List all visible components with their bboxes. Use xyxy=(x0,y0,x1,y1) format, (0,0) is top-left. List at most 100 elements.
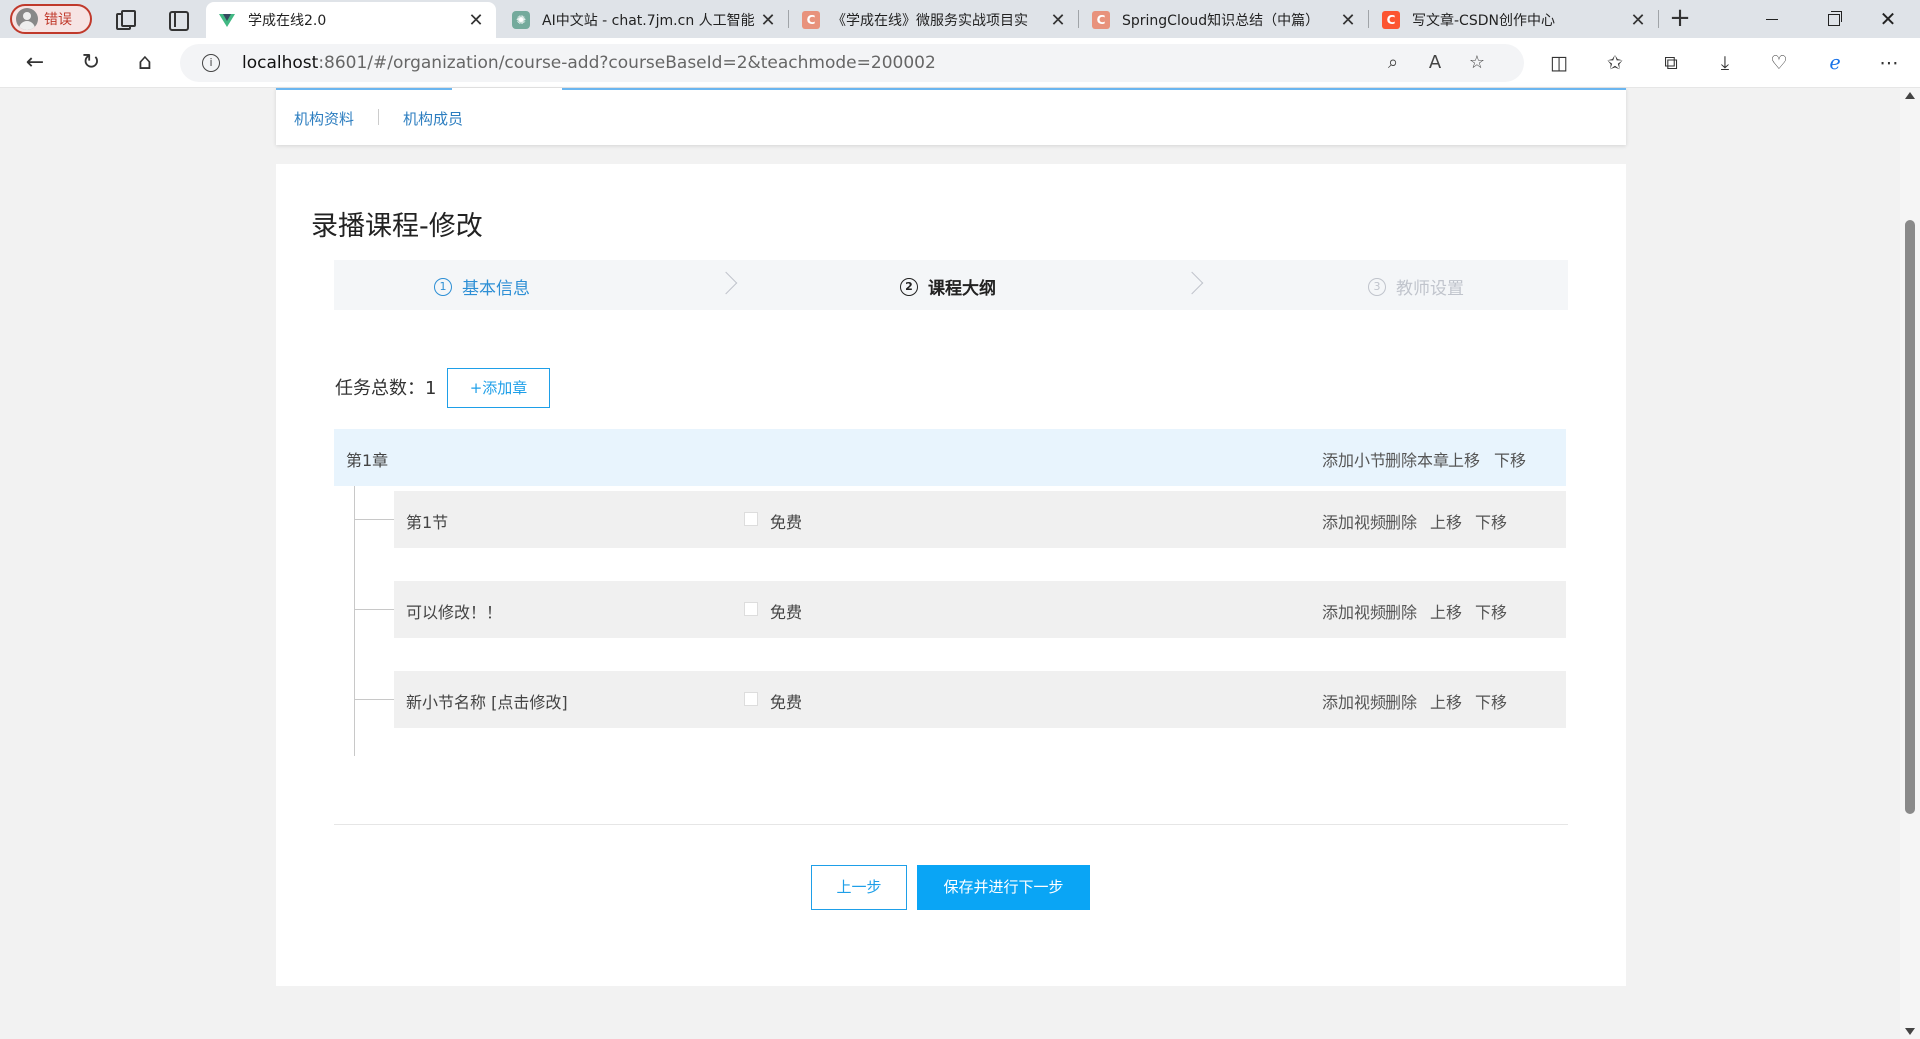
page-scrollbar[interactable] xyxy=(1900,88,1920,1039)
workspaces-icon[interactable] xyxy=(113,8,136,30)
section-move-up-button[interactable]: 上移 xyxy=(1430,599,1462,623)
section-name[interactable]: 第1节 xyxy=(406,509,448,533)
more-menu-icon[interactable]: ⋯ xyxy=(1876,50,1902,76)
add-video-button[interactable]: 添加视频 xyxy=(1322,689,1386,713)
section-name[interactable]: 可以修改！！ xyxy=(406,599,502,623)
step-teacher-settings[interactable]: 3 教师设置 xyxy=(1368,274,1464,299)
split-screen-icon[interactable]: ◫ xyxy=(1546,50,1572,76)
minimize-icon[interactable] xyxy=(1752,6,1792,32)
step-label: 课程大纲 xyxy=(928,279,996,299)
delete-section-button[interactable]: 删除 xyxy=(1385,599,1417,623)
add-section-button[interactable]: 添加小节 xyxy=(1322,447,1386,471)
delete-section-button[interactable]: 删除 xyxy=(1385,509,1417,533)
zoom-icon[interactable]: ⌕ xyxy=(1382,52,1404,74)
free-checkbox[interactable] xyxy=(744,602,758,616)
step-label: 基本信息 xyxy=(462,279,530,299)
chapter-move-up-button[interactable]: 上移 xyxy=(1448,447,1480,471)
step-number: 2 xyxy=(900,277,918,296)
tab-springcloud[interactable]: C SpringCloud知识总结（中篇） ✕ xyxy=(1080,2,1368,38)
home-icon[interactable]: ⌂ xyxy=(130,48,160,78)
chapter-name[interactable]: 第1章 xyxy=(346,447,388,471)
tab-csdn-write[interactable]: C 写文章-CSDN创作中心 ✕ xyxy=(1370,2,1658,38)
chevron-right-icon xyxy=(714,271,738,295)
tab-separator xyxy=(1658,10,1659,28)
delete-section-button[interactable]: 删除 xyxy=(1385,689,1417,713)
site-info-icon[interactable]: i xyxy=(202,54,220,72)
add-video-button[interactable]: 添加视频 xyxy=(1322,509,1386,533)
profile-label: 错误 xyxy=(44,12,72,28)
favorites-icon[interactable]: ✩ xyxy=(1602,50,1628,76)
section-move-up-button[interactable]: 上移 xyxy=(1430,509,1462,533)
step-number: 3 xyxy=(1368,277,1386,296)
scrollbar-thumb[interactable] xyxy=(1905,220,1915,814)
address-bar[interactable]: i localhost:8601/#/organization/course-a… xyxy=(180,44,1524,82)
chatgpt-icon: ✺ xyxy=(512,11,530,29)
free-checkbox[interactable] xyxy=(744,512,758,526)
task-total-count: 1 xyxy=(425,378,437,399)
window-close-icon[interactable]: ✕ xyxy=(1868,6,1908,32)
csdn-icon: C xyxy=(802,11,820,29)
tab-title: 写文章-CSDN创作中心 xyxy=(1412,13,1555,29)
tab-actions-icon[interactable] xyxy=(167,8,189,31)
address-path: :8601/#/organization/course-add?courseBa… xyxy=(318,53,936,73)
step-course-outline[interactable]: 2 课程大纲 xyxy=(900,274,996,299)
close-icon[interactable]: ✕ xyxy=(1626,10,1650,31)
subnav-accent xyxy=(562,88,1626,90)
tree-connector xyxy=(354,699,396,700)
back-icon[interactable]: ← xyxy=(20,48,50,78)
save-next-button[interactable]: 保存并进行下一步 xyxy=(917,865,1090,910)
delete-chapter-button[interactable]: 删除本章 xyxy=(1385,447,1449,471)
new-tab-icon[interactable]: + xyxy=(1666,5,1694,33)
free-label: 免费 xyxy=(770,693,803,712)
scroll-up-icon[interactable] xyxy=(1905,92,1915,99)
performance-icon[interactable]: ♡ xyxy=(1766,50,1792,76)
add-chapter-button[interactable]: +添加章 xyxy=(447,368,550,408)
subnav-org-info[interactable]: 机构资料 xyxy=(294,108,354,129)
refresh-icon[interactable]: ↻ xyxy=(76,48,106,78)
section-move-down-button[interactable]: 下移 xyxy=(1475,599,1507,623)
csdn-icon: C xyxy=(1092,11,1110,29)
favorite-star-icon[interactable]: ☆ xyxy=(1466,52,1488,74)
tab-xuecheng[interactable]: 学成在线2.0 ✕ xyxy=(206,2,496,38)
close-icon[interactable]: ✕ xyxy=(756,10,780,31)
tab-title: SpringCloud知识总结（中篇） xyxy=(1122,13,1320,29)
steps-bar: 1 基本信息 2 课程大纲 3 教师设置 xyxy=(334,260,1568,310)
add-video-button[interactable]: 添加视频 xyxy=(1322,599,1386,623)
free-label: 免费 xyxy=(770,603,803,622)
page-viewport: 机构资料 机构成员 录播课程-修改 1 基本信息 2 课程大纲 3 教师设置 任… xyxy=(0,88,1900,1039)
profile-button[interactable]: 错误 xyxy=(10,4,92,34)
subnav-divider xyxy=(378,109,379,125)
close-icon[interactable]: ✕ xyxy=(1046,10,1070,31)
section-move-down-button[interactable]: 下移 xyxy=(1475,689,1507,713)
step-basic-info[interactable]: 1 基本信息 xyxy=(434,274,530,299)
section-name[interactable]: 新小节名称 [点击修改] xyxy=(406,689,568,713)
address-url[interactable]: localhost:8601/#/organization/course-add… xyxy=(242,53,936,73)
scroll-down-icon[interactable] xyxy=(1905,1028,1915,1035)
previous-step-button[interactable]: 上一步 xyxy=(811,865,907,910)
chevron-right-icon xyxy=(1180,271,1204,295)
restore-icon[interactable] xyxy=(1814,6,1854,32)
free-label: 免费 xyxy=(770,513,803,532)
edge-copilot-icon[interactable]: ℯ xyxy=(1822,50,1848,76)
csdn-icon: C xyxy=(1382,11,1400,29)
section-row: 可以修改！！ 免费 添加视频 删除 上移 下移 xyxy=(394,581,1566,638)
tab-csdn-project[interactable]: C 《学成在线》微服务实战项目实 ✕ xyxy=(790,2,1078,38)
tab-separator xyxy=(788,10,789,28)
tab-ai-chat[interactable]: ✺ AI中文站 - chat.7jm.cn 人工智能 ✕ xyxy=(500,2,788,38)
close-icon[interactable]: ✕ xyxy=(1336,10,1360,31)
browser-toolbar: ← ↻ ⌂ i localhost:8601/#/organization/co… xyxy=(0,38,1920,88)
course-edit-card: 录播课程-修改 1 基本信息 2 课程大纲 3 教师设置 任务总数：1 +添加章… xyxy=(276,164,1626,986)
collections-icon[interactable]: ⧉ xyxy=(1658,50,1684,76)
read-aloud-icon[interactable]: A xyxy=(1424,52,1446,74)
close-icon[interactable]: ✕ xyxy=(464,10,488,31)
step-number: 1 xyxy=(434,277,452,296)
tab-title: 学成在线2.0 xyxy=(248,13,327,29)
subnav-org-members[interactable]: 机构成员 xyxy=(403,108,463,129)
section-move-up-button[interactable]: 上移 xyxy=(1430,689,1462,713)
chapter-row: 第1章 添加小节 删除本章 上移 下移 xyxy=(334,429,1566,486)
download-icon[interactable]: ⤓ xyxy=(1712,50,1738,76)
chapter-move-down-button[interactable]: 下移 xyxy=(1494,447,1526,471)
free-checkbox[interactable] xyxy=(744,692,758,706)
section-move-down-button[interactable]: 下移 xyxy=(1475,509,1507,533)
vue-icon xyxy=(218,11,236,29)
